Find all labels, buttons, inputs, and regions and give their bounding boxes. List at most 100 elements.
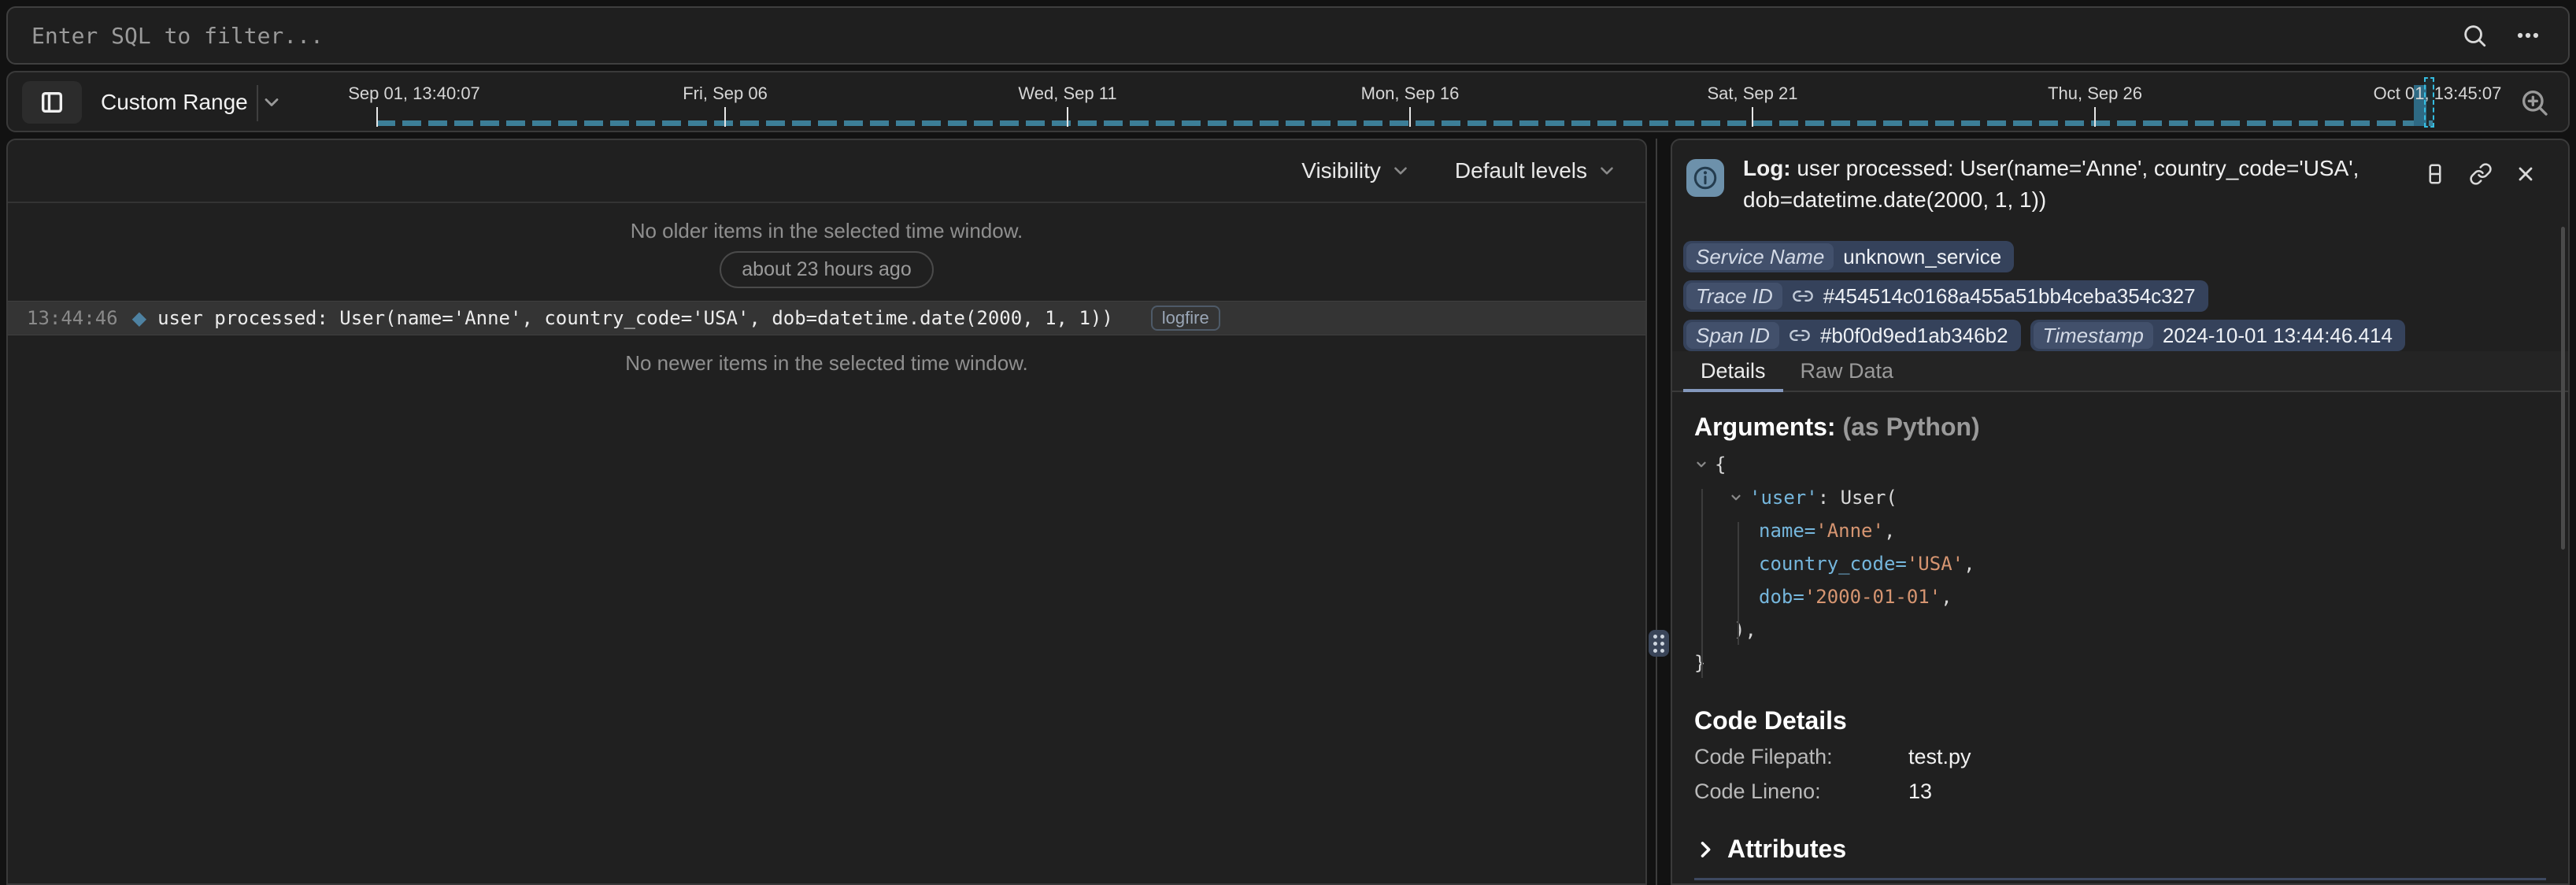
- attributes-divider: [1694, 878, 2546, 880]
- collapse-chevron-icon[interactable]: [1694, 457, 1708, 472]
- code-token: User(: [1841, 481, 1897, 514]
- code-param: name=: [1759, 514, 1815, 547]
- log-row[interactable]: 13:44:46 ◆ user processed: User(name='An…: [8, 301, 1645, 335]
- log-level-diamond-icon: ◆: [132, 307, 146, 329]
- more-options-icon[interactable]: [2515, 22, 2541, 49]
- badge-value: #b0f0d9ed1ab346b2: [1820, 324, 2008, 348]
- chevron-down-icon: [1390, 161, 1411, 181]
- tab-details[interactable]: Details: [1683, 351, 1783, 391]
- badge-label: Span ID: [1686, 322, 1779, 349]
- code-token: ,: [1884, 514, 1895, 547]
- code-token: {: [1715, 448, 1726, 481]
- attributes-section-toggle[interactable]: Attributes: [1694, 835, 2546, 864]
- timeline-label: Sep 01, 13:40:07: [348, 83, 480, 104]
- code-lineno-row: Code Lineno: 13: [1694, 778, 2546, 805]
- code-string: 'Anne': [1815, 514, 1884, 547]
- code-param: country_code=: [1759, 547, 1907, 580]
- detail-panel: Log: user processed: User(name='Anne', c…: [1671, 139, 2570, 885]
- detail-header: Log: user processed: User(name='Anne', c…: [1672, 140, 2568, 243]
- timeline-tick: [376, 107, 378, 127]
- span-id-badge[interactable]: Span ID #b0f0d9ed1ab346b2: [1683, 320, 2021, 351]
- timeline-tick: [1067, 107, 1068, 127]
- timeline-label: Thu, Sep 26: [2048, 83, 2142, 104]
- zoom-in-icon: [2519, 87, 2550, 118]
- badge-label: Trace ID: [1686, 283, 1782, 309]
- code-key: 'user': [1749, 481, 1818, 514]
- code-filepath-row: Code Filepath: test.py: [1694, 743, 2546, 770]
- code-string: 'USA': [1907, 547, 1963, 580]
- indent-guide: [1701, 489, 1703, 678]
- code-string: '2000-01-01': [1804, 580, 1941, 613]
- arguments-heading: Arguments: (as Python): [1694, 413, 2546, 442]
- logs-panel-header: Visibility Default levels: [8, 140, 1645, 203]
- sql-filter-input[interactable]: [8, 8, 2461, 63]
- badge-value: unknown_service: [1843, 245, 2001, 269]
- code-token: ,: [1941, 580, 1952, 613]
- detail-content: Arguments: (as Python) { 'user': User( n…: [1672, 392, 2568, 880]
- timestamp-badge: Timestamp 2024-10-01 13:44:46.414: [2030, 320, 2405, 351]
- trace-id-badge[interactable]: Trace ID #454514c0168a455a51bb4ceba354c3…: [1683, 280, 2208, 312]
- arguments-heading-suffix: (as Python): [1836, 413, 1980, 441]
- arguments-code: { 'user': User( name='Anne', country_cod…: [1694, 448, 2546, 679]
- timeline[interactable]: Sep 01, 13:40:07 Fri, Sep 06 Wed, Sep 11…: [8, 72, 2568, 131]
- code-param: dob=: [1759, 580, 1804, 613]
- log-tag-chip: logfire: [1151, 305, 1220, 331]
- code-lineno-value: 13: [1908, 778, 1932, 805]
- timeline-tick: [1752, 107, 1753, 127]
- timeline-selection[interactable]: [2424, 77, 2434, 128]
- metadata-badges: Service Name unknown_service Trace ID #4…: [1672, 241, 2552, 351]
- split-panel-icon[interactable]: [2423, 162, 2447, 186]
- sql-filter-bar: [6, 6, 2570, 65]
- detail-title-text: user processed: User(name='Anne', countr…: [1743, 156, 2359, 212]
- detail-scrollbar[interactable]: [2561, 227, 2565, 550]
- timeline-label: Sat, Sep 21: [1708, 83, 1798, 104]
- timeline-tick: [724, 107, 726, 127]
- badge-value: #454514c0168a455a51bb4ceba354c327: [1823, 284, 2196, 309]
- time-ago-badge: about 23 hours ago: [720, 251, 933, 288]
- badge-value: 2024-10-01 13:44:46.414: [2163, 324, 2393, 348]
- code-token: }: [1694, 646, 1705, 679]
- timeline-tick: [1409, 107, 1411, 127]
- timeline-label: Fri, Sep 06: [683, 83, 768, 104]
- close-icon[interactable]: [2515, 163, 2537, 185]
- timeline-activity-line: [376, 120, 2433, 126]
- detail-title-prefix: Log:: [1743, 156, 1791, 180]
- visibility-dropdown[interactable]: Visibility: [1301, 158, 1411, 183]
- default-levels-dropdown[interactable]: Default levels: [1455, 158, 1617, 183]
- code-token: :: [1818, 481, 1841, 514]
- logs-panel: Visibility Default levels No older items…: [6, 139, 1647, 885]
- copy-link-icon[interactable]: [2469, 162, 2493, 186]
- info-icon: [1686, 159, 1724, 197]
- detail-title: Log: user processed: User(name='Anne', c…: [1743, 153, 2373, 216]
- no-newer-items-note: No newer items in the selected time wind…: [8, 351, 1645, 376]
- indent-guide: [1738, 522, 1739, 645]
- service-name-badge: Service Name unknown_service: [1683, 241, 2014, 272]
- collapse-chevron-icon[interactable]: [1729, 491, 1743, 505]
- chevron-down-icon: [1597, 161, 1617, 181]
- timeline-toolbar: Custom Range Sep 01, 13:40:07 Fri, Sep 0…: [6, 71, 2570, 132]
- timeline-label: Mon, Sep 16: [1361, 83, 1460, 104]
- zoom-in-button[interactable]: [2510, 82, 2559, 123]
- no-older-items-note: No older items in the selected time wind…: [8, 219, 1645, 243]
- panel-divider: [1656, 139, 1657, 885]
- log-timestamp: 13:44:46: [27, 307, 118, 329]
- timeline-tick: [2094, 107, 2096, 127]
- chevron-right-icon: [1694, 839, 1716, 861]
- search-icon[interactable]: [2461, 22, 2488, 49]
- code-details-heading: Code Details: [1694, 706, 2546, 735]
- timeline-label: Wed, Sep 11: [1018, 83, 1116, 104]
- panel-resize-handle[interactable]: [1649, 630, 1669, 657]
- code-filepath-label: Code Filepath:: [1694, 743, 1908, 770]
- default-levels-label: Default levels: [1455, 158, 1587, 183]
- link-icon: [1792, 285, 1814, 307]
- arguments-heading-text: Arguments:: [1694, 413, 1836, 441]
- tab-raw-data[interactable]: Raw Data: [1783, 351, 1912, 391]
- code-filepath-value: test.py: [1908, 743, 1971, 770]
- timeline-label: Oct 01, 13:45:07: [2374, 83, 2502, 104]
- code-token: ,: [1963, 547, 1975, 580]
- log-message: user processed: User(name='Anne', countr…: [157, 307, 1113, 329]
- visibility-label: Visibility: [1301, 158, 1381, 183]
- badge-label: Service Name: [1686, 243, 1834, 270]
- link-icon: [1789, 324, 1811, 346]
- attributes-label: Attributes: [1727, 835, 1846, 864]
